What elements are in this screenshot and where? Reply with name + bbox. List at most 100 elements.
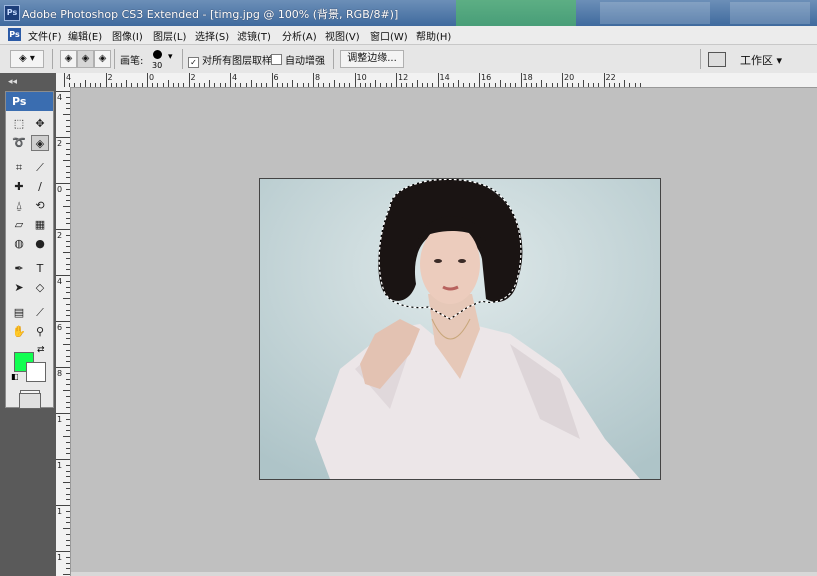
brush-picker[interactable]: 30 ▾ xyxy=(148,49,173,71)
crop-tool-icon[interactable]: ⌗ xyxy=(10,160,28,176)
eraser-tool-icon[interactable]: ▱ xyxy=(10,217,28,233)
refine-edge-button[interactable]: 调整边缘... xyxy=(340,50,404,68)
screen-mode-icon[interactable] xyxy=(19,393,41,409)
menu-window[interactable]: 窗口(W) xyxy=(370,28,408,43)
ruler-minor-tick xyxy=(401,83,403,87)
dodge-tool-icon[interactable]: ● xyxy=(31,236,49,252)
add-to-selection-button[interactable]: ◈ xyxy=(77,50,94,68)
zoom-tool-icon[interactable]: ⚲ xyxy=(31,324,49,340)
ruler-minor-tick xyxy=(406,83,408,87)
lasso-tool-icon[interactable]: ➰ xyxy=(10,135,28,151)
ruler-minor-tick xyxy=(546,83,548,87)
sample-all-layers[interactable]: ✓ 对所有图层取样 xyxy=(188,52,272,68)
titlebar-blurred-region xyxy=(456,0,576,26)
ruler-minor-tick xyxy=(183,83,185,87)
menu-filter[interactable]: 滤镜(T) xyxy=(237,28,271,43)
ruler-minor-tick xyxy=(66,516,70,518)
auto-enhance[interactable]: 自动增强 xyxy=(271,52,325,67)
ruler-minor-tick xyxy=(66,522,70,524)
ruler-label: 4 xyxy=(66,73,72,82)
ruler-minor-tick xyxy=(115,83,117,87)
quick-select-tool-icon[interactable]: ◈ xyxy=(31,135,49,151)
swap-colors-icon[interactable]: ⇄ xyxy=(37,345,45,355)
gradient-tool-icon[interactable]: ▦ xyxy=(31,217,49,233)
titlebar-blurred-region xyxy=(730,2,810,24)
ruler-minor-tick xyxy=(66,510,70,512)
ruler-minor-tick xyxy=(608,83,610,87)
menu-edit[interactable]: 编辑(E) xyxy=(68,28,102,43)
default-colors-icon[interactable]: ◧ xyxy=(11,372,19,381)
blur-tool-icon[interactable]: ◍ xyxy=(10,236,28,252)
menu-layer[interactable]: 图层(L) xyxy=(153,28,186,43)
ruler-minor-tick xyxy=(421,83,423,87)
healing-tool-icon[interactable]: ✚ xyxy=(10,179,28,195)
menu-image[interactable]: 图像(I) xyxy=(112,28,143,43)
workspace-menu[interactable]: 工作区 ▾ xyxy=(740,52,782,68)
tools-panel: Ps ⬚ ✥ ➰ ◈ ⌗ ⟋ ✚ ∕ ⍙ ⟲ ▱ ▦ ◍ ● ✒ T ➤ ◇ ▤ ⟋ ✋ ⚲ ⇄ ◧ xyxy=(5,91,54,408)
menu-analysis[interactable]: 分析(A) xyxy=(282,28,317,43)
ruler-minor-tick xyxy=(66,395,70,397)
ruler-minor-tick xyxy=(66,556,70,558)
shape-tool-icon[interactable]: ◇ xyxy=(31,280,49,296)
menu-help[interactable]: 帮助(H) xyxy=(416,28,451,43)
document-icon[interactable]: Ps xyxy=(8,28,21,41)
subtract-selection-button[interactable]: ◈ xyxy=(94,50,111,68)
ruler-minor-tick xyxy=(328,83,330,87)
pen-tool-icon[interactable]: ✒ xyxy=(10,261,28,277)
eyedropper-tool-icon[interactable]: ⟋ xyxy=(31,305,49,321)
menu-file[interactable]: 文件(F) xyxy=(28,28,62,43)
ruler-tick xyxy=(437,73,439,87)
ruler-minor-tick xyxy=(141,83,143,87)
ruler-minor-tick xyxy=(84,80,86,87)
ruler-minor-tick xyxy=(66,96,70,98)
ruler-label: 18 xyxy=(522,73,533,82)
ruler-tick xyxy=(64,73,65,87)
ruler-tick xyxy=(56,321,70,322)
ruler-minor-tick xyxy=(634,83,636,87)
ruler-minor-tick xyxy=(333,80,335,87)
ruler-minor-tick xyxy=(639,83,641,87)
brush-tool-icon[interactable]: ∕ xyxy=(31,179,49,195)
history-brush-tool-icon[interactable]: ⟲ xyxy=(31,198,49,214)
ruler-minor-tick xyxy=(359,83,361,87)
ruler-minor-tick xyxy=(131,83,133,87)
ruler-minor-tick xyxy=(442,83,444,87)
ruler-label: 2 xyxy=(57,139,63,148)
ruler-tick xyxy=(56,367,70,368)
notes-tool-icon[interactable]: ▤ xyxy=(10,305,28,321)
background-color-swatch[interactable] xyxy=(26,362,46,382)
path-select-tool-icon[interactable]: ➤ xyxy=(10,280,28,296)
menu-view[interactable]: 视图(V) xyxy=(325,28,360,43)
tool-preset-picker[interactable]: ◈ ▾ xyxy=(10,50,44,68)
new-selection-button[interactable]: ◈ xyxy=(60,50,77,68)
ruler-minor-tick xyxy=(110,83,112,87)
ruler-minor-tick xyxy=(582,80,584,87)
move-tool-icon[interactable]: ✥ xyxy=(31,116,49,132)
ruler-minor-tick xyxy=(66,315,70,317)
type-tool-icon[interactable]: T xyxy=(31,261,49,277)
ruler-label: 22 xyxy=(605,73,616,82)
ruler-minor-tick xyxy=(530,83,532,87)
menu-select[interactable]: 选择(S) xyxy=(195,28,229,43)
auto-enhance-checkbox[interactable] xyxy=(271,54,282,65)
ruler-minor-tick xyxy=(66,171,70,173)
document-image[interactable] xyxy=(259,178,661,480)
ruler-label: 10 xyxy=(356,73,367,82)
ruler-minor-tick xyxy=(66,361,70,363)
sample-all-layers-label: 对所有图层取样 xyxy=(202,56,272,67)
ruler-tick xyxy=(188,73,190,87)
ruler-tick xyxy=(56,229,70,230)
ruler-minor-tick xyxy=(66,355,70,357)
ruler-minor-tick xyxy=(66,487,70,489)
sample-all-layers-checkbox[interactable]: ✓ xyxy=(188,57,199,68)
menu-bar: Ps 文件(F) 编辑(E) 图像(I) 图层(L) 选择(S) 滤镜(T) 分… xyxy=(0,26,817,45)
ruler-minor-tick xyxy=(162,83,164,87)
collapse-toolbox-icon[interactable]: ◂◂ xyxy=(8,77,17,87)
file-browser-icon[interactable] xyxy=(708,52,726,67)
hand-tool-icon[interactable]: ✋ xyxy=(10,324,28,340)
ruler-tick xyxy=(56,137,70,138)
toolbox: ◂◂ Ps ⬚ ✥ ➰ ◈ ⌗ ⟋ ✚ ∕ ⍙ ⟲ ▱ ▦ ◍ ● ✒ T ➤ ◇ ▤ ⟋ ✋ ⚲ ⇄ ◧ xyxy=(0,73,56,576)
rect-marquee-tool-icon[interactable]: ⬚ xyxy=(10,116,28,132)
slice-tool-icon[interactable]: ⟋ xyxy=(31,160,49,176)
stamp-tool-icon[interactable]: ⍙ xyxy=(10,198,28,214)
